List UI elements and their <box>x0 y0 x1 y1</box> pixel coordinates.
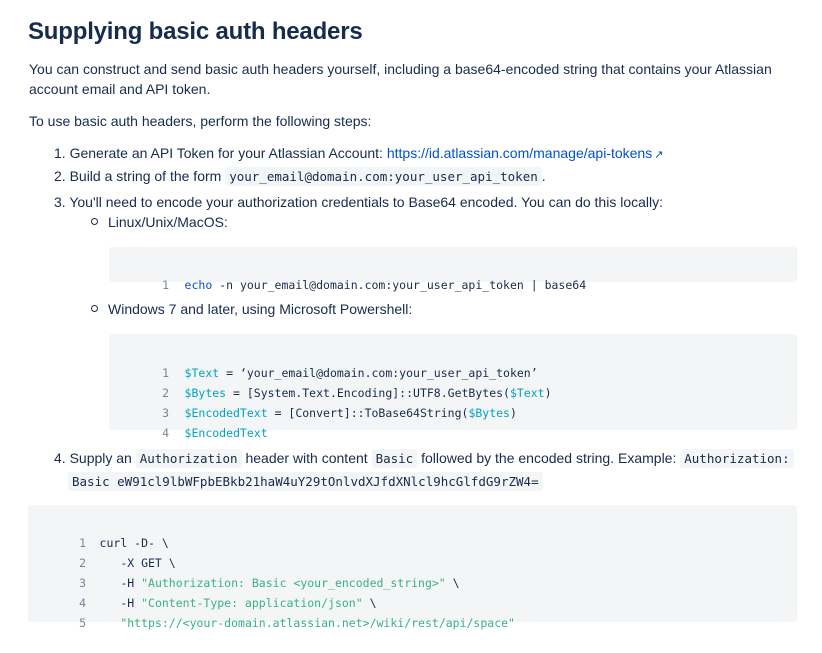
code-line: 3 -H "Authorization: Basic <your_encoded… <box>28 553 460 590</box>
code-text: ) <box>509 406 517 420</box>
code-variable: $EncodedText <box>184 426 268 440</box>
code-block-powershell: 1 $Text = ‘your_email@domain.com:your_use… <box>109 334 797 440</box>
code-variable: $Bytes <box>468 406 510 420</box>
step-4-text: 4. Supply an <box>54 450 136 466</box>
code-text: ) <box>544 386 552 400</box>
code-text: \ <box>445 576 460 590</box>
code-text: = [Convert]::ToBase64String( <box>267 406 469 420</box>
intro-paragraph: You can construct and send basic auth he… <box>29 59 789 99</box>
example-header-value-code: Basic eW91cl9lbWFpbEBkb21haW4uY29tOnlvdX… <box>68 472 543 491</box>
authorization-code: Authorization <box>135 449 242 468</box>
credential-format-code: your_email@domain.com:your_user_api_toke… <box>225 167 542 186</box>
code-line: 4 $EncodedText <box>109 403 268 440</box>
line-number: 1 <box>162 278 170 292</box>
circle-bullet-icon <box>91 305 98 312</box>
intro-line-2: account email and API token. <box>29 81 211 97</box>
step-4-text: followed by the encoded string. Example: <box>417 450 681 466</box>
bullet-windows: Windows 7 and later, using Microsoft Pow… <box>91 299 412 319</box>
code-line: 2 -X GET \ <box>28 533 176 570</box>
external-link-icon: ↗ <box>654 149 664 161</box>
page-title: Supplying basic auth headers <box>28 18 363 45</box>
code-text: -n your_email@domain.com:your_user_api_t… <box>212 278 587 292</box>
step-4-text: header with content <box>241 450 372 466</box>
code-line: 4 -H "Content-Type: application/json" \ <box>28 573 376 610</box>
step-1-text: 1. Generate an API Token for your Atlass… <box>54 145 387 161</box>
steps-intro: To use basic auth headers, perform the f… <box>29 113 372 129</box>
code-line: 2 $Bytes = [System.Text.Encoding]::UTF8.G… <box>109 363 551 400</box>
step-2: 2. Build a string of the form your_email… <box>54 166 546 187</box>
code-block-curl: 1 curl -D- \ 2 -X GET \ 3 -H "Authorizati… <box>28 505 797 630</box>
code-block-linux: 1 echo -n your_email@domain.com:your_user… <box>109 247 797 292</box>
intro-line-1: You can construct and send basic auth he… <box>29 61 772 77</box>
circle-bullet-icon <box>91 218 98 225</box>
code-line: 3 $EncodedText = [Convert]::ToBase64Strin… <box>109 383 517 420</box>
basic-code: Basic <box>371 449 418 468</box>
bullet-windows-label: Windows 7 and later, using Microsoft Pow… <box>108 301 413 317</box>
code-line: 1 $Text = ‘your_email@domain.com:your_use… <box>109 343 538 380</box>
doc-page: Supplying basic auth headers You can con… <box>0 0 822 630</box>
code-line: 1 echo -n your_email@domain.com:your_user… <box>109 255 586 292</box>
example-header-code: Authorization: <box>680 449 794 468</box>
api-tokens-link[interactable]: https://id.atlassian.com/manage/api-toke… <box>387 145 652 161</box>
step-2-suffix: . <box>541 168 546 184</box>
code-line: 5 "https://<your-domain.atlassian.net>/w… <box>28 593 515 630</box>
bullet-linux: Linux/Unix/MacOS: <box>91 212 228 232</box>
code-string: "https://<your-domain.atlassian.net>/wik… <box>120 616 515 630</box>
line-number: 4 <box>162 426 170 440</box>
line-number: 5 <box>79 616 87 630</box>
code-line: 1 curl -D- \ <box>28 513 169 550</box>
step-1: 1. Generate an API Token for your Atlass… <box>54 143 663 165</box>
code-command: echo <box>184 278 213 292</box>
step-3: 3. You'll need to encode your authorizat… <box>54 194 663 210</box>
step-4: 4. Supply an Authorization header with c… <box>54 447 804 493</box>
step-2-text: 2. Build a string of the form <box>54 168 226 184</box>
bullet-linux-label: Linux/Unix/MacOS: <box>108 214 228 230</box>
